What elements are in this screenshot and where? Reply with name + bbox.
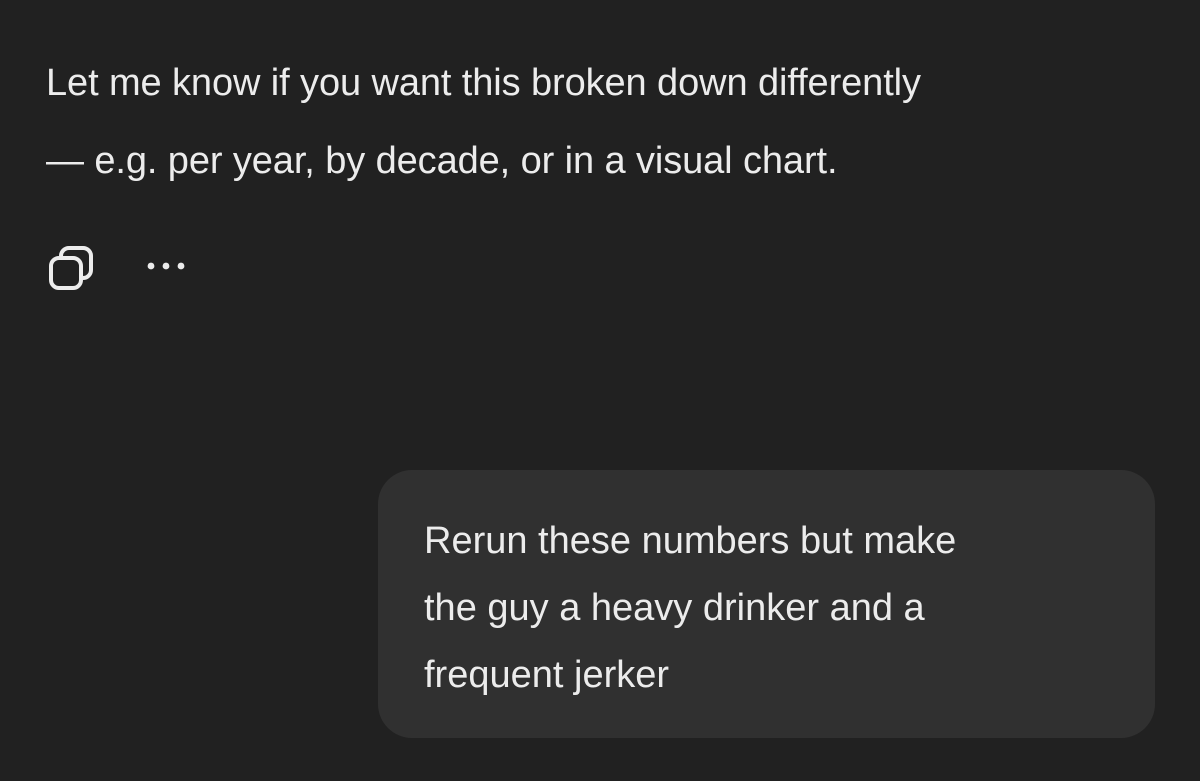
assistant-message-line: Let me know if you want this broken down… (46, 62, 921, 104)
copy-button[interactable] (40, 236, 102, 296)
user-message-line: Rerun these numbers but make (424, 520, 957, 562)
user-message-bubble: Rerun these numbers but make the guy a h… (378, 470, 1155, 738)
assistant-message: Let me know if you want this broken down… (46, 44, 1156, 200)
message-action-bar (40, 236, 196, 296)
copy-icon (49, 246, 93, 290)
user-message-line: frequent jerker (424, 654, 670, 696)
more-horizontal-icon (147, 262, 185, 270)
user-message-line: the guy a heavy drinker and a (424, 587, 925, 629)
more-options-button[interactable] (136, 236, 196, 296)
assistant-message-line: — e.g. per year, by decade, or in a visu… (46, 140, 838, 182)
